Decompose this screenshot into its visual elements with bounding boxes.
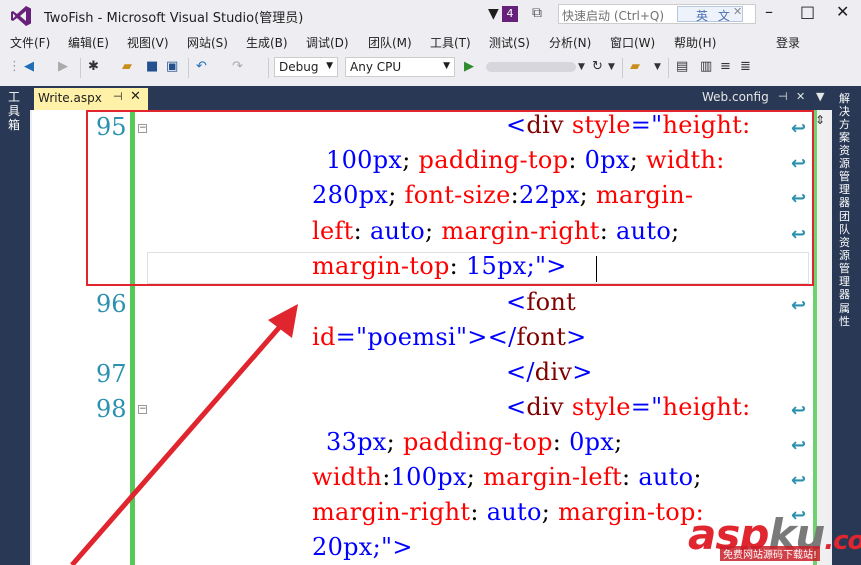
annotation-arrow-icon [70,304,298,565]
watermark-tagline: 免费网站源码下载站! [720,546,821,561]
watermark-domain: .com [824,526,861,556]
